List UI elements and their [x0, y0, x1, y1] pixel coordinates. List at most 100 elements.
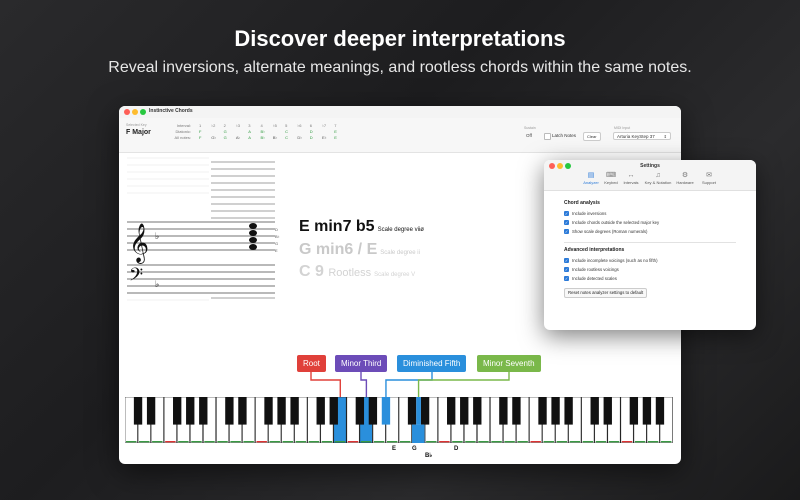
black-key[interactable] [290, 397, 299, 425]
keyboard-note-label: B♭ [425, 453, 433, 459]
key-marker [608, 441, 620, 443]
connector-line [385, 372, 433, 397]
key-marker [191, 441, 202, 443]
option-label: Include inversions [572, 211, 607, 216]
key-marker [217, 441, 228, 443]
key-marker [178, 441, 189, 443]
black-key[interactable] [407, 397, 417, 425]
key-marker [465, 441, 476, 443]
key-marker [152, 441, 163, 443]
hero-title: Discover deeper interpretations [234, 26, 566, 51]
reset-settings-button[interactable]: Reset notes analyzer settings to default [564, 288, 648, 298]
black-key[interactable] [460, 397, 469, 425]
black-key[interactable] [316, 397, 325, 425]
tab-label: Hardware [676, 180, 694, 185]
black-key[interactable] [655, 397, 665, 425]
checkmark-icon: ✓ [564, 267, 569, 273]
tab-label: Key & Notation [644, 180, 672, 185]
key-marker [243, 441, 254, 443]
settings-window: Settings ▤ Analyzer ⌨ Keybed ↔ Intervals ♫ K… [544, 160, 756, 330]
key-marker [295, 441, 307, 443]
key-marker [660, 441, 672, 443]
music-notes-icon: ♫ [655, 172, 661, 179]
connector-line [310, 372, 341, 397]
option-label: Include chords outside the selected majo… [572, 220, 660, 225]
black-key[interactable] [420, 397, 430, 425]
checkmark-icon: ✓ [564, 229, 569, 235]
key-marker [334, 441, 346, 443]
key-marker [582, 441, 594, 443]
key-marker [165, 441, 176, 443]
tab-support[interactable]: ✉ Support [694, 172, 724, 185]
checkmark-icon: ✓ [564, 276, 569, 282]
black-key[interactable] [590, 397, 599, 425]
black-key[interactable] [186, 397, 195, 425]
option-incomplete-voicings[interactable]: ✓ Include incomplete voicings (such as no… [564, 258, 658, 264]
key-marker [452, 441, 463, 443]
hero-subtitle: Reveal inversions, alternate meanings, a… [108, 59, 692, 76]
checkmark-icon: ✓ [564, 258, 569, 264]
keyboard-note-label: E [392, 446, 397, 452]
black-key[interactable] [538, 397, 547, 425]
key-marker [321, 441, 333, 443]
black-key[interactable] [564, 397, 573, 425]
black-key[interactable] [133, 397, 143, 425]
option-rootless-voicings[interactable]: ✓ Include rootless voicings [564, 267, 619, 273]
keyboard-note-label: G [412, 446, 417, 452]
black-key[interactable] [329, 397, 338, 425]
keyboard-note-label: D [454, 446, 459, 452]
key-marker [126, 441, 137, 443]
key-marker [491, 441, 502, 443]
black-key[interactable] [225, 397, 234, 425]
black-key[interactable] [355, 397, 365, 425]
black-key[interactable] [629, 397, 639, 425]
tab-label: Intervals [623, 180, 639, 185]
black-key[interactable] [512, 397, 521, 425]
black-key[interactable] [264, 397, 273, 425]
key-marker [595, 441, 607, 443]
key-marker [386, 441, 398, 443]
section-heading-chord-analysis: Chord analysis [564, 200, 600, 206]
key-marker [373, 441, 385, 443]
black-key[interactable] [173, 397, 182, 425]
tab-intervals[interactable]: ↔ Intervals [616, 172, 646, 185]
option-label: Show scale degrees (Roman numerals) [572, 229, 648, 234]
option-outside-key[interactable]: ✓ Include chords outside the selected maj… [564, 220, 660, 226]
black-key[interactable] [381, 397, 391, 425]
key-marker [282, 441, 294, 443]
tab-label: Support [701, 180, 716, 185]
checkmark-icon: ✓ [564, 220, 569, 226]
envelope-icon: ✉ [706, 172, 712, 179]
section-heading-advanced: Advanced interpretations [564, 247, 625, 253]
black-key[interactable] [499, 397, 508, 425]
black-key[interactable] [368, 397, 378, 425]
active-key-d [412, 424, 425, 443]
black-key[interactable] [238, 397, 247, 425]
divider [564, 242, 736, 243]
key-marker [517, 441, 528, 443]
option-detected-scales[interactable]: ✓ Include detected scales [564, 276, 617, 282]
piano-keyboard[interactable] [125, 397, 673, 443]
black-key[interactable] [199, 397, 208, 425]
key-marker [204, 441, 215, 443]
key-marker [478, 441, 489, 443]
key-marker [543, 441, 554, 443]
active-key-d-top [416, 397, 421, 425]
key-marker [504, 441, 515, 443]
key-marker [530, 441, 541, 443]
key-marker [556, 441, 568, 443]
tab-key-notation[interactable]: ♫ Key & Notation [643, 172, 673, 185]
black-key[interactable] [447, 397, 456, 425]
option-label: Include detected scales [572, 276, 617, 281]
intervals-icon: ↔ [627, 172, 635, 179]
black-key[interactable] [277, 397, 286, 425]
black-key[interactable] [603, 397, 612, 425]
option-scale-degrees[interactable]: ✓ Show scale degrees (Roman numerals) [564, 229, 648, 235]
black-key[interactable] [473, 397, 482, 425]
key-marker [400, 441, 411, 443]
option-include-inversions[interactable]: ✓ Include inversions [564, 211, 607, 217]
key-marker [621, 441, 633, 443]
black-key[interactable] [146, 397, 156, 425]
black-key[interactable] [551, 397, 560, 425]
black-key[interactable] [642, 397, 652, 425]
